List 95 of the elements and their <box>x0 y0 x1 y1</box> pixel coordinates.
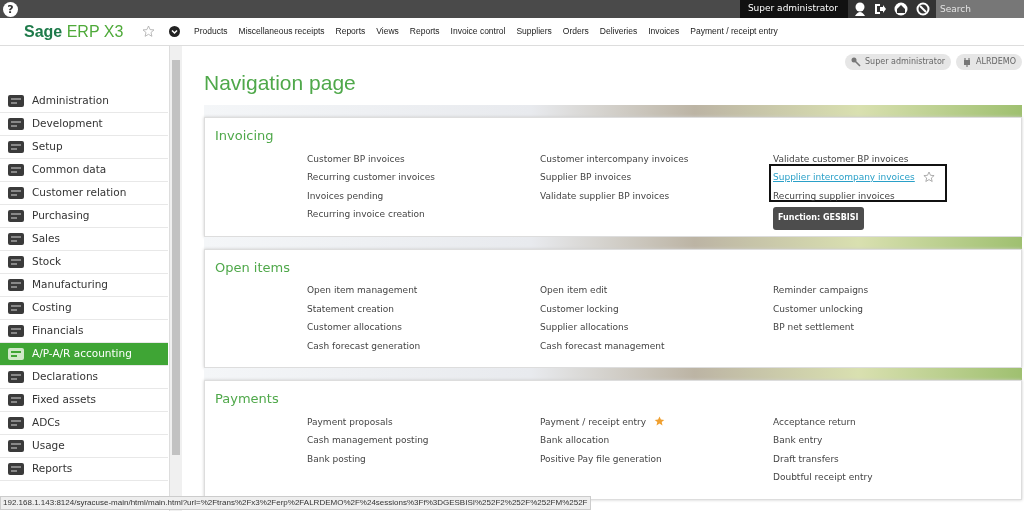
sidebar-item[interactable]: Setup <box>0 136 168 159</box>
menu-link[interactable]: Customer unlocking <box>773 299 864 319</box>
menu-link[interactable]: Payment proposals <box>307 412 393 432</box>
sidebar-item[interactable]: Costing <box>0 297 168 320</box>
module-icon <box>6 92 26 110</box>
menu-link[interactable]: BP net settlement <box>773 318 854 337</box>
menu-link[interactable]: Customer intercompany invoices <box>540 149 689 169</box>
nav-link[interactable]: Miscellaneous receipts <box>238 25 325 38</box>
page-title: Navigation page <box>204 70 357 96</box>
star-icon[interactable] <box>654 416 666 428</box>
nav-link[interactable]: Views <box>376 25 399 38</box>
module-icon <box>6 460 26 478</box>
menu-link[interactable]: Cash forecast management <box>540 336 665 356</box>
module-icon <box>6 138 26 156</box>
nav-link[interactable]: Invoices <box>648 25 680 38</box>
star-icon[interactable] <box>922 171 935 184</box>
menu-link[interactable]: Supplier BP invoices <box>540 168 632 187</box>
menu-link[interactable]: Open item edit <box>540 281 608 300</box>
menu-link[interactable]: Recurring invoice creation <box>307 205 425 224</box>
module-icon <box>6 299 26 317</box>
star-icon[interactable] <box>142 25 155 38</box>
sidebar-item[interactable]: Purchasing <box>0 205 168 228</box>
menu-link[interactable]: Cash management posting <box>307 431 429 450</box>
sidebar-item[interactable]: Usage <box>0 435 168 458</box>
nav-link[interactable]: Invoice control <box>450 25 506 38</box>
search-field[interactable]: Search <box>936 0 1024 18</box>
sidebar-item[interactable]: Sales <box>0 228 168 251</box>
menu-link[interactable]: Acceptance return <box>773 412 856 432</box>
context-badge[interactable]: Super administrator <box>845 54 952 70</box>
sidebar-item[interactable]: Development <box>0 113 168 136</box>
menu-link[interactable]: Bank allocation <box>540 431 610 450</box>
context-badge[interactable]: ALRDEMO <box>956 54 1022 70</box>
sidebar-item[interactable]: Declarations <box>0 366 168 389</box>
user-icon[interactable] <box>854 2 866 16</box>
menu-link[interactable]: Reminder campaigns <box>773 281 869 300</box>
sidebar-item[interactable]: Administration <box>0 90 168 113</box>
module-icon <box>6 115 26 133</box>
module-icon <box>6 437 26 455</box>
menu-link[interactable]: Doubtful receipt entry <box>773 468 873 487</box>
status-url: 192.168.1.143:8124/syracuse-main/html/main.html?url=%2Ftrans%2Fx3%2Ferp%2FALRDEMO%2F%24sessions%3Ff%3DGESBISI%252F2%252F%252FM%252F <box>0 496 591 510</box>
nav-link[interactable]: Suppliers <box>516 25 552 38</box>
section-title: Open items <box>215 258 291 277</box>
module-icon <box>6 184 26 202</box>
menu-link[interactable]: Customer locking <box>540 299 619 319</box>
menu-link[interactable]: Cash forecast generation <box>307 336 421 356</box>
app-logo: Sage ERP X3 <box>24 21 125 42</box>
logout-icon[interactable] <box>874 3 886 15</box>
menu-link[interactable]: Recurring supplier invoices <box>773 186 895 206</box>
sidebar-item[interactable]: Manufacturing <box>0 274 168 297</box>
sidebar-item[interactable]: Customer relation <box>0 182 168 205</box>
menu-link[interactable]: Bank entry <box>773 431 823 450</box>
sidebar-item[interactable]: Fixed assets <box>0 389 168 412</box>
nav-link[interactable]: Deliveries <box>599 25 638 38</box>
nav-link[interactable]: Reports <box>335 25 366 38</box>
module-icon <box>6 345 26 363</box>
dropdown-icon[interactable] <box>169 26 180 37</box>
menu-link[interactable]: Draft transfers <box>773 449 839 469</box>
module-icon <box>6 391 26 409</box>
sidebar-item[interactable]: Common data <box>0 159 168 182</box>
menu-link[interactable]: Invoices pending <box>307 186 384 206</box>
menu-link[interactable]: Validate supplier BP invoices <box>540 186 670 206</box>
scrollbar-thumb[interactable] <box>172 60 180 455</box>
menu-link[interactable]: Customer BP invoices <box>307 149 405 169</box>
home-icon[interactable] <box>894 2 908 16</box>
user-name: Super administrator <box>739 0 848 18</box>
key-icon <box>851 57 861 67</box>
plug-icon <box>962 57 973 67</box>
menu-link[interactable]: Payment / receipt entry <box>540 412 647 432</box>
module-icon <box>6 230 26 248</box>
sidebar-item[interactable]: Stock <box>0 251 168 274</box>
nav-link[interactable]: Products <box>194 25 228 38</box>
tooltip: Function: GESBISI <box>773 207 864 230</box>
menu-link[interactable]: Recurring customer invoices <box>307 168 435 187</box>
module-icon <box>6 276 26 294</box>
module-icon <box>6 207 26 225</box>
menu-link[interactable]: Bank posting <box>307 449 366 469</box>
nav-link[interactable]: Reports <box>409 25 440 38</box>
menu-link[interactable]: Positive Pay file generation <box>540 449 662 469</box>
menu-link[interactable]: Statement creation <box>307 299 394 319</box>
nav-link[interactable]: Orders <box>562 25 589 38</box>
section-title: Invoicing <box>215 127 275 146</box>
module-icon <box>6 161 26 179</box>
section-title: Payments <box>215 390 280 409</box>
sidebar-item[interactable]: ADCs <box>0 412 168 435</box>
menu-link[interactable]: Supplier allocations <box>540 318 629 337</box>
module-icon <box>6 414 26 432</box>
module-icon <box>6 253 26 271</box>
menu-link[interactable]: Customer allocations <box>307 318 402 337</box>
sidebar-item[interactable]: Reports <box>0 458 168 481</box>
menu-link[interactable]: Validate customer BP invoices <box>773 149 909 169</box>
module-icon <box>6 322 26 340</box>
nav-link[interactable]: Payment / receipt entry <box>690 25 778 38</box>
menu-link[interactable]: Open item management <box>307 281 418 300</box>
help-button[interactable]: ? <box>3 1 18 17</box>
module-icon <box>6 368 26 386</box>
